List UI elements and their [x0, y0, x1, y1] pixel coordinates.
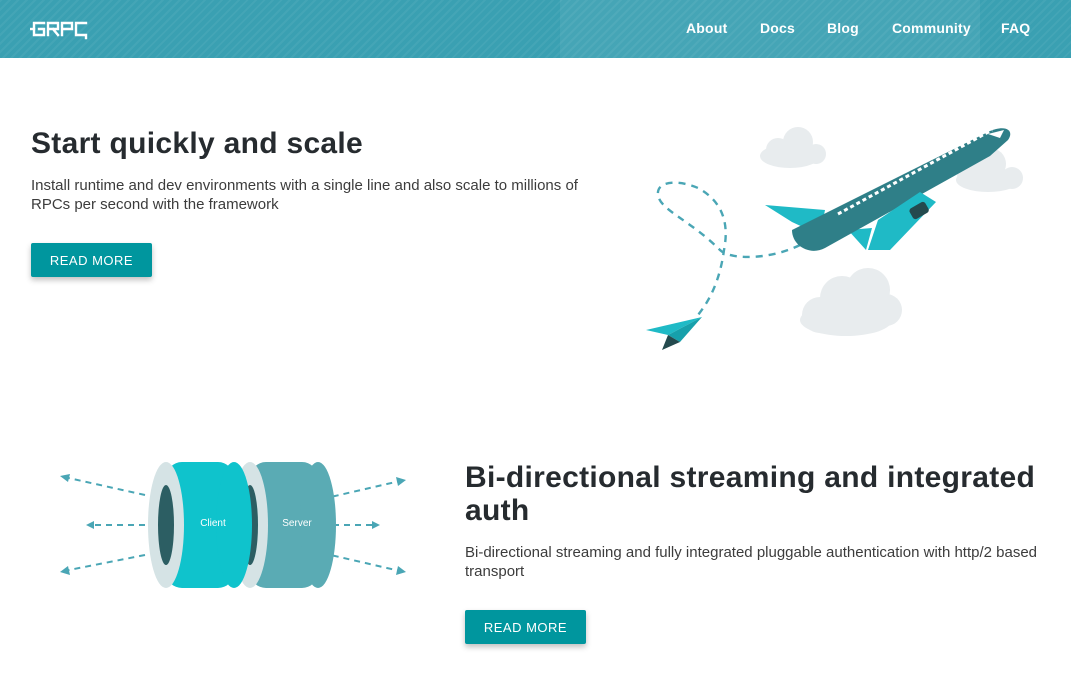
- server-label: Server: [282, 518, 312, 529]
- cloud-icon: [800, 268, 902, 336]
- nav-about[interactable]: About: [686, 20, 727, 36]
- client-label: Client: [200, 518, 226, 529]
- cloud-icon: [760, 127, 826, 168]
- feature-2-description: Bi-directional streaming and fully integ…: [465, 544, 1038, 580]
- grpc-logo[interactable]: [30, 17, 94, 47]
- paper-plane-icon: [646, 317, 702, 350]
- feature-1-read-more-button[interactable]: READ MORE: [31, 243, 152, 277]
- feature-2-title: Bi-directional streaming and integrated …: [465, 461, 1036, 527]
- nav-blog[interactable]: Blog: [827, 20, 859, 36]
- flight-path: [656, 181, 801, 316]
- grpc-logo-icon: [30, 21, 88, 40]
- client-server-illustration: Server Client: [60, 462, 406, 588]
- airplane-illustration: [646, 127, 1023, 350]
- feature-1-title: Start quickly and scale: [31, 127, 364, 160]
- feature-2-read-more-button[interactable]: READ MORE: [465, 610, 586, 644]
- nav-faq[interactable]: FAQ: [1001, 20, 1030, 36]
- nav-community[interactable]: Community: [892, 20, 971, 36]
- nav-docs[interactable]: Docs: [760, 20, 795, 36]
- client-ring: Client: [148, 462, 252, 588]
- site-header: About Docs Blog Community FAQ: [0, 0, 1071, 58]
- feature-1-description: Install runtime and dev environments wit…: [31, 177, 578, 213]
